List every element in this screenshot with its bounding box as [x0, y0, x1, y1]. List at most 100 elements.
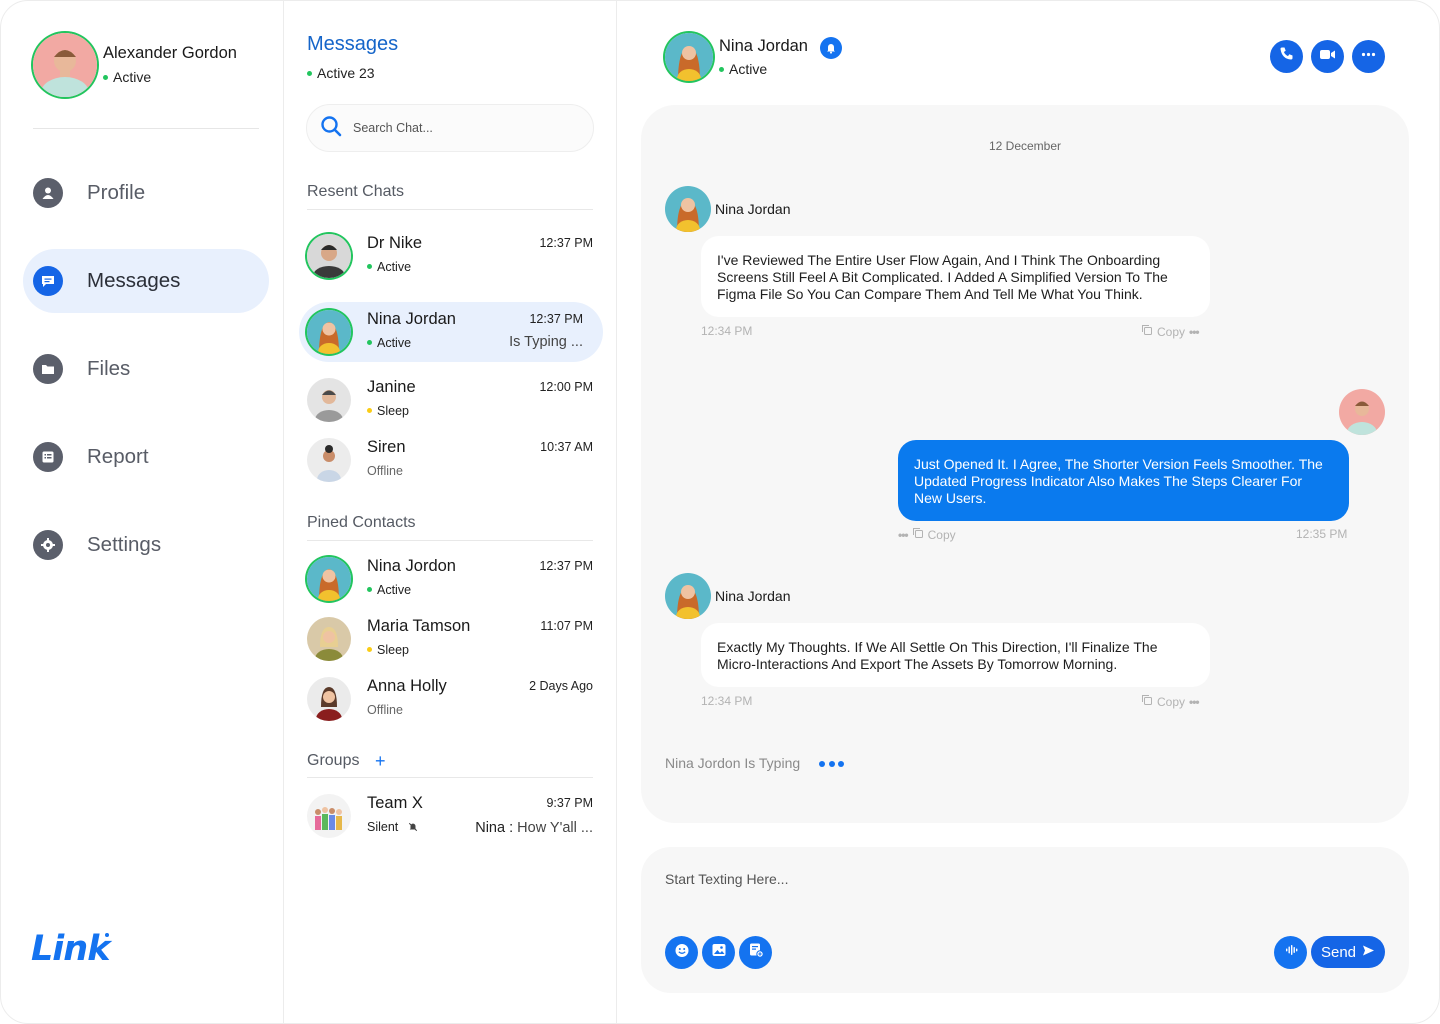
- app-logo[interactable]: Link: [31, 929, 110, 969]
- group-avatar: [307, 794, 351, 838]
- message-bubble-outgoing[interactable]: Just Opened It. I Agree, The Shorter Ver…: [898, 440, 1349, 521]
- search-input[interactable]: [353, 121, 573, 135]
- copy-button[interactable]: Copy •••: [1141, 324, 1200, 339]
- chat-item-nina-jordan[interactable]: Nina Jordan Active 12:37 PM Is Typing ..…: [299, 302, 603, 362]
- divider: [33, 128, 259, 129]
- typing-dots: [819, 761, 848, 767]
- chat-list-panel: Messages Active 23 Resent Chats Dr Nike …: [285, 1, 617, 1023]
- last-message: Nina : How Y'all ...: [475, 820, 593, 836]
- video-icon: [1319, 46, 1336, 68]
- chat-time: 12:37 PM: [539, 559, 593, 573]
- contact-avatar[interactable]: [665, 33, 713, 81]
- ellipsis-icon[interactable]: •••: [898, 528, 909, 542]
- chat-icon: [33, 266, 63, 296]
- send-button[interactable]: Send: [1311, 936, 1385, 968]
- chat-item-janine[interactable]: Janine Sleep 12:00 PM: [299, 370, 603, 430]
- chat-item-siren[interactable]: Siren Offline 10:37 AM: [299, 430, 603, 490]
- ellipsis-icon[interactable]: •••: [1189, 325, 1200, 339]
- more-options-button[interactable]: [1352, 40, 1385, 73]
- active-count: Active 23: [307, 65, 375, 81]
- nav-item-files[interactable]: Files: [23, 337, 269, 401]
- avatar: [307, 234, 351, 278]
- chat-time: 2 Days Ago: [529, 679, 593, 693]
- nav-item-messages[interactable]: Messages: [23, 249, 269, 313]
- chat-time: 12:00 PM: [539, 380, 593, 394]
- copy-button[interactable]: Copy •••: [1141, 694, 1200, 709]
- pinned-contacts-title: Pined Contacts: [307, 514, 416, 531]
- group-item-team-x[interactable]: Team X Silent 9:37 PM Nina : How Y'all .…: [299, 786, 603, 846]
- copy-button[interactable]: ••• Copy: [898, 527, 956, 542]
- conversation-area[interactable]: 12 December Nina Jordan I've Reviewed Th…: [641, 105, 1409, 823]
- status-dot: [367, 647, 372, 653]
- message-bubble-incoming[interactable]: I've Reviewed The Entire User Flow Again…: [701, 236, 1210, 317]
- chat-time: 12:37 PM: [529, 312, 583, 326]
- nav-label: Report: [87, 445, 149, 468]
- attach-file-button[interactable]: [739, 936, 772, 969]
- message-sender: Nina Jordan: [665, 186, 791, 232]
- gear-icon: [33, 530, 63, 560]
- groups-title: Groups: [307, 752, 360, 769]
- conversation-header: Nina Jordan Active: [665, 33, 1405, 81]
- date-separator: 12 December: [988, 139, 1062, 153]
- sender-avatar: [665, 186, 711, 232]
- ellipsis-icon: [1360, 46, 1377, 68]
- pinned-item-anna-holly[interactable]: Anna Holly Offline 2 Days Ago: [299, 669, 603, 729]
- pinned-item-maria-tamson[interactable]: Maria Tamson Sleep 11:07 PM: [299, 609, 603, 669]
- status-dot: [719, 66, 724, 72]
- sidebar: Alexander Gordon Active Profile Messages…: [1, 1, 284, 1023]
- contact-name: Nina Jordan: [719, 37, 808, 55]
- contact-name: Dr Nike: [367, 234, 423, 252]
- copy-icon: [1141, 694, 1157, 709]
- contact-status: Offline: [367, 464, 403, 478]
- recent-chats-title: Resent Chats: [307, 183, 404, 200]
- chat-time: 10:37 AM: [540, 440, 593, 454]
- sender-avatar: [665, 573, 711, 619]
- video-call-button[interactable]: [1311, 40, 1344, 73]
- user-avatar[interactable]: [33, 33, 97, 97]
- user-name: Alexander Gordon: [103, 44, 237, 62]
- soundwave-icon: [1282, 941, 1300, 964]
- my-avatar: [1339, 389, 1385, 435]
- avatar: [307, 677, 351, 721]
- typing-indicator: Nina Jordon Is Typing: [665, 755, 801, 771]
- ellipsis-icon[interactable]: •••: [1189, 695, 1200, 709]
- contact-name: Nina Jordon: [367, 557, 456, 575]
- call-button[interactable]: [1270, 40, 1303, 73]
- status-dot: [367, 264, 372, 270]
- divider: [307, 540, 593, 541]
- chat-time: 11:07 PM: [540, 619, 593, 633]
- copy-icon: [912, 527, 928, 542]
- add-group-button[interactable]: +: [375, 751, 386, 772]
- nav-item-settings[interactable]: Settings: [23, 513, 269, 577]
- chat-time: 9:37 PM: [546, 796, 593, 810]
- contact-status: Sleep: [367, 404, 409, 418]
- image-upload-button[interactable]: [702, 936, 735, 969]
- emoji-button[interactable]: [665, 936, 698, 969]
- contact-status: Active: [367, 336, 411, 350]
- chat-item-dr-nike[interactable]: Dr Nike Active 12:37 PM: [299, 226, 603, 286]
- message-bubble-incoming[interactable]: Exactly My Thoughts. If We All Settle On…: [701, 623, 1210, 687]
- message-input[interactable]: [665, 871, 1265, 887]
- search-box[interactable]: [306, 104, 594, 152]
- bell-icon[interactable]: [820, 37, 842, 59]
- nav-item-report[interactable]: Report: [23, 425, 269, 489]
- pinned-item-nina-jordon[interactable]: Nina Jordon Active 12:37 PM: [299, 549, 603, 609]
- main-nav: Profile Messages Files Report Settings: [23, 161, 269, 601]
- report-icon: [33, 442, 63, 472]
- message-sender: Nina Jordan: [665, 573, 791, 619]
- status-dot: [367, 408, 372, 414]
- app-window: Alexander Gordon Active Profile Messages…: [0, 0, 1440, 1024]
- contact-name: Anna Holly: [367, 677, 447, 695]
- user-icon: [33, 178, 63, 208]
- nav-item-profile[interactable]: Profile: [23, 161, 269, 225]
- avatar: [307, 617, 351, 661]
- bell-off-icon: [408, 821, 418, 835]
- status-dot: [367, 340, 372, 346]
- contact-status: Active: [367, 260, 411, 274]
- message-time: 12:34 PM: [701, 694, 753, 708]
- message-time: 12:35 PM: [1296, 527, 1348, 541]
- nav-label: Profile: [87, 181, 146, 204]
- current-user[interactable]: [33, 33, 97, 97]
- contact-name: Maria Tamson: [367, 617, 471, 635]
- voice-record-button[interactable]: [1274, 936, 1307, 969]
